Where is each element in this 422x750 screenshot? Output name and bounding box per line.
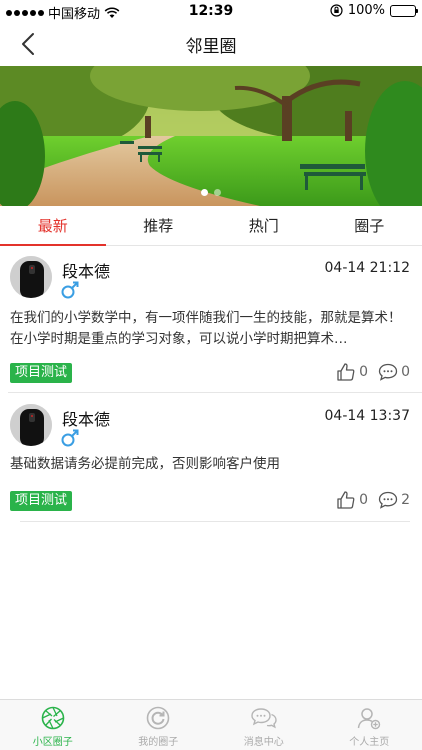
page-title: 邻里圈 bbox=[185, 37, 237, 57]
post-tag[interactable]: 项目测试 bbox=[10, 363, 73, 383]
post-content[interactable]: 基础数据请务必提前完成，否则影响客户使用 bbox=[10, 454, 410, 475]
tab-recommended[interactable]: 推荐 bbox=[106, 206, 212, 245]
banner-carousel[interactable] bbox=[0, 66, 422, 206]
thumbs-up-icon bbox=[337, 491, 355, 509]
comment-count: 0 bbox=[401, 364, 410, 380]
bottom-tab-my-circles[interactable]: 我的圈子 bbox=[106, 700, 212, 750]
avatar-image bbox=[10, 256, 52, 298]
like-count: 0 bbox=[359, 364, 369, 380]
bottom-tab-label: 消息中心 bbox=[243, 737, 284, 748]
avatar[interactable] bbox=[10, 256, 52, 298]
bottom-tab-messages[interactable]: 消息中心 bbox=[211, 700, 317, 750]
bottom-tab-profile[interactable]: 个人主页 bbox=[317, 700, 422, 750]
tab-latest[interactable]: 最新 bbox=[0, 206, 106, 246]
male-icon bbox=[61, 281, 79, 299]
banner-pager bbox=[0, 189, 422, 196]
banner-image bbox=[0, 66, 422, 206]
post-actions: 0 0 bbox=[336, 362, 410, 382]
divider bbox=[8, 392, 422, 393]
refresh-circle-icon bbox=[146, 706, 170, 730]
post-item[interactable]: 段本德 04-14 13:37 基础数据请务必提前完成，否则影响客户使用 项目测… bbox=[0, 394, 422, 522]
comment-icon bbox=[378, 491, 398, 509]
status-bar: 中国移动 12:39 100% bbox=[0, 0, 422, 22]
battery-icon bbox=[390, 4, 418, 17]
comment-button[interactable]: 2 bbox=[378, 491, 410, 509]
chat-bubbles-icon bbox=[251, 708, 277, 729]
bottom-tab-label: 小区圈子 bbox=[32, 737, 73, 748]
bottom-tab-label: 我的圈子 bbox=[138, 737, 179, 748]
category-tabs: 最新 推荐 热门 圈子 bbox=[0, 206, 422, 246]
aperture-icon bbox=[41, 706, 65, 730]
orientation-lock-icon bbox=[330, 4, 343, 17]
divider bbox=[20, 521, 410, 522]
status-right: 100% bbox=[330, 3, 418, 18]
nav-bar: 邻里圈 bbox=[0, 22, 422, 66]
tab-circles[interactable]: 圈子 bbox=[317, 206, 422, 245]
post-tag[interactable]: 项目测试 bbox=[10, 491, 73, 511]
male-icon bbox=[61, 429, 79, 447]
like-button[interactable]: 0 bbox=[336, 362, 368, 382]
comment-button[interactable]: 0 bbox=[378, 363, 410, 381]
avatar[interactable] bbox=[10, 404, 52, 446]
comment-icon bbox=[378, 363, 398, 381]
post-time: 04-14 21:12 bbox=[324, 260, 410, 276]
user-icon bbox=[358, 708, 381, 730]
avatar-image bbox=[10, 404, 52, 446]
thumbs-up-icon bbox=[337, 363, 355, 381]
pager-dot bbox=[201, 189, 208, 196]
tab-hot[interactable]: 热门 bbox=[211, 206, 317, 245]
post-item[interactable]: 段本德 04-14 21:12 在我们的小学数学中，有一项伴随我们一生的技能，那… bbox=[0, 246, 422, 392]
like-button[interactable]: 0 bbox=[336, 490, 368, 510]
comment-count: 2 bbox=[401, 492, 410, 508]
bottom-tab-community[interactable]: 小区圈子 bbox=[0, 700, 106, 750]
bottom-tab-bar: 小区圈子 我的圈子 消息中心 个人主页 bbox=[0, 699, 422, 750]
pager-dot bbox=[214, 189, 221, 196]
like-count: 0 bbox=[359, 492, 369, 508]
battery-percent: 100% bbox=[347, 3, 385, 18]
post-time: 04-14 13:37 bbox=[324, 408, 410, 424]
bottom-tab-label: 个人主页 bbox=[349, 737, 390, 748]
post-content[interactable]: 在我们的小学数学中，有一项伴随我们一生的技能，那就是算术！在小学时期是重点的学习… bbox=[10, 308, 410, 350]
post-actions: 0 2 bbox=[336, 490, 410, 510]
